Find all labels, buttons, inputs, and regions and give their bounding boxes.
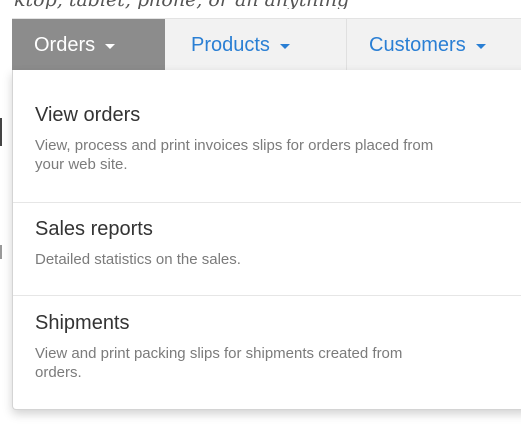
menu-item-title: Sales reports — [35, 218, 153, 240]
edge-mark — [0, 118, 2, 146]
main-navbar: Orders Products Customers — [12, 18, 521, 71]
caret-down-icon — [105, 44, 116, 49]
orders-dropdown-menu: View orders View, process and print invo… — [12, 70, 521, 410]
nav-item-label: Orders — [34, 33, 96, 56]
menu-item-view-orders[interactable]: View orders View, process and print invo… — [13, 103, 521, 174]
menu-item-description: Detailed statistics on the sales. — [35, 251, 241, 268]
page: ktop, tablet, phone, or an anything Orde… — [0, 0, 521, 425]
nav-item-customers[interactable]: Customers — [347, 19, 521, 71]
menu-item-sales-reports[interactable]: Sales reports Detailed statistics on the… — [13, 217, 521, 269]
caret-down-icon — [475, 44, 486, 49]
menu-item-title: Shipments — [35, 312, 130, 334]
edge-mark — [0, 245, 2, 259]
menu-divider — [13, 295, 521, 296]
menu-item-description: View and print packing slips for shipmen… — [35, 345, 403, 381]
menu-item-shipments[interactable]: Shipments View and print packing slips f… — [13, 311, 521, 382]
caret-down-icon — [279, 44, 290, 49]
nav-item-products[interactable]: Products — [165, 19, 347, 71]
nav-item-orders[interactable]: Orders — [12, 19, 165, 71]
nav-item-label: Products — [191, 33, 270, 56]
menu-item-title: View orders — [35, 104, 141, 126]
menu-divider — [13, 202, 521, 203]
background-strip-text: ktop, tablet, phone, or an anything — [0, 0, 521, 9]
nav-item-label: Customers — [369, 33, 466, 56]
menu-item-description: View, process and print invoices slips f… — [35, 137, 434, 173]
